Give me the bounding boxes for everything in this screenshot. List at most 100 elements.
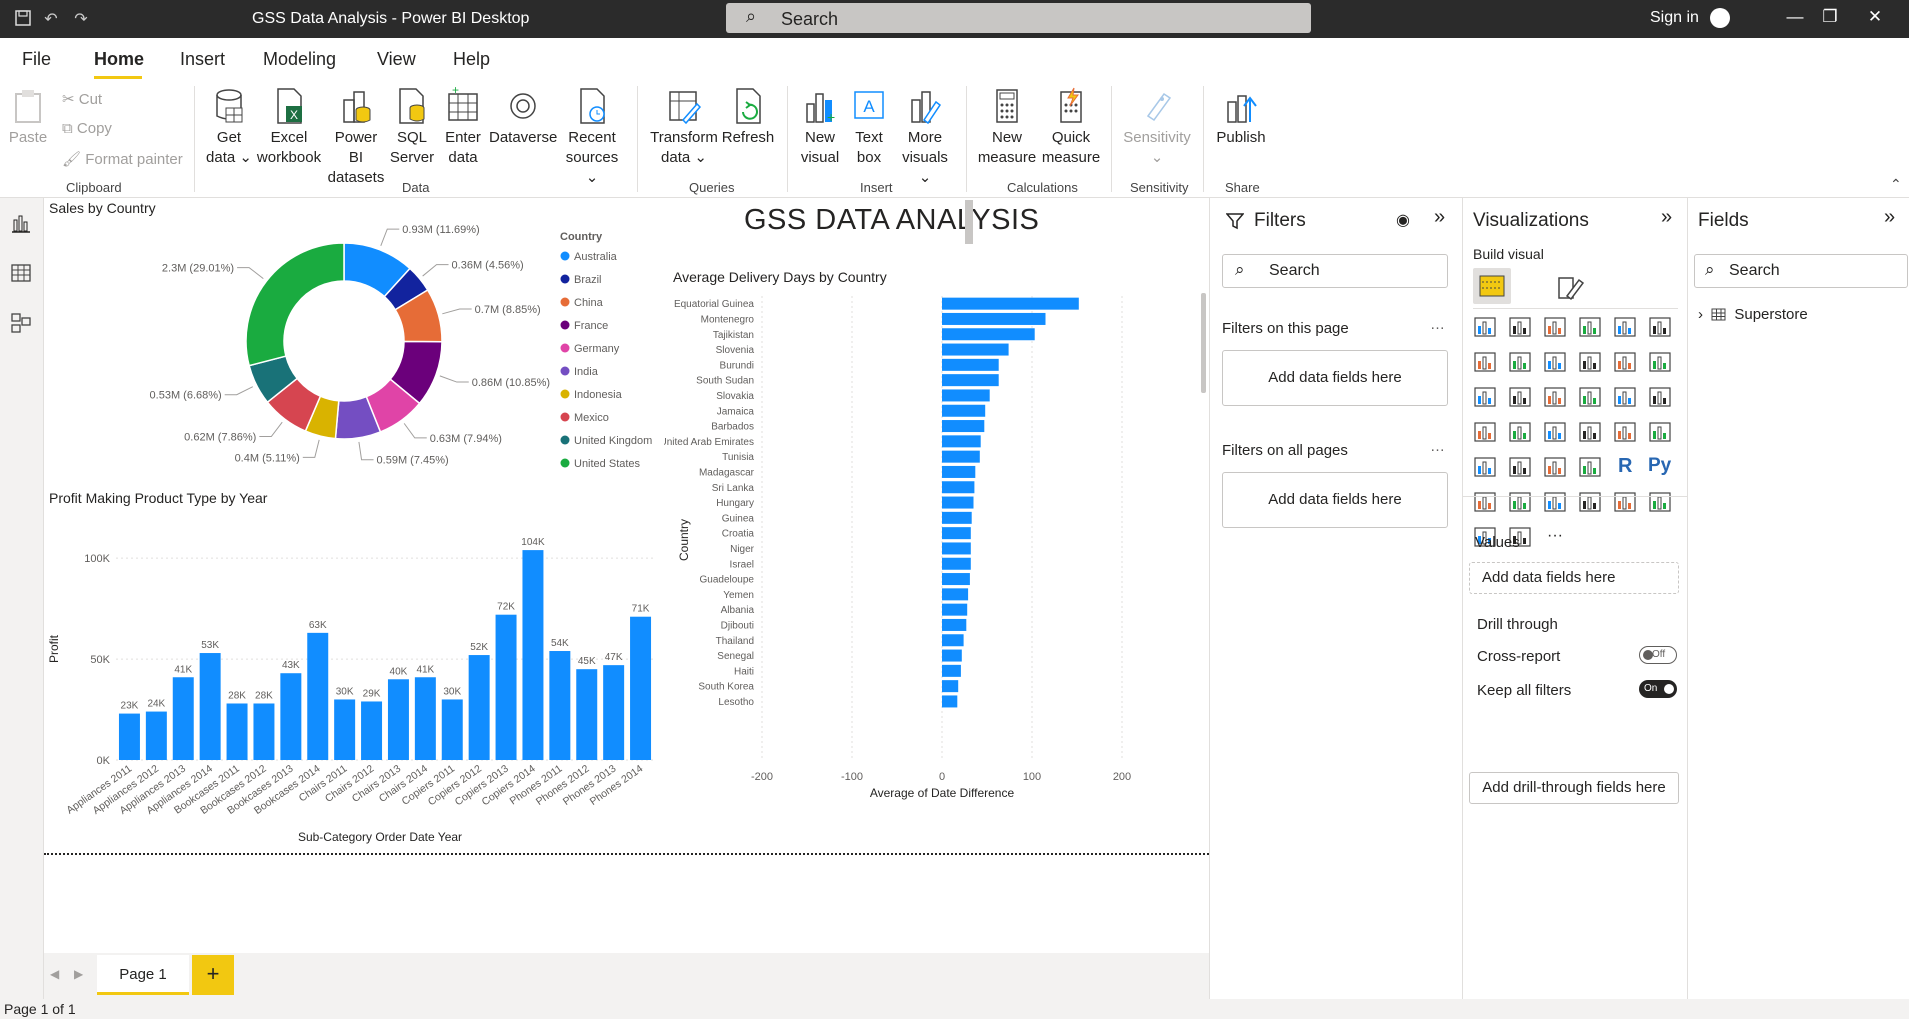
100-stacked-column-chart-icon[interactable] — [1648, 315, 1672, 339]
transform-data-button[interactable]: Transform data ⌄ — [650, 86, 718, 168]
more-visuals-button[interactable]: More visuals ⌄ — [894, 86, 956, 188]
title-scrollbar[interactable] — [965, 200, 973, 244]
cut-button[interactable]: ✂ Cut — [62, 90, 102, 108]
more-options-icon[interactable]: … — [1430, 438, 1445, 455]
avatar[interactable] — [1710, 8, 1730, 28]
sensitivity-button[interactable]: Sensitivity ⌄ — [1120, 86, 1194, 168]
shape-map-icon[interactable] — [1543, 420, 1567, 444]
qa-icon[interactable] — [1543, 490, 1567, 514]
power-bi-datasets-button[interactable]: Power BI datasets — [326, 86, 386, 188]
pie-chart-icon[interactable] — [1578, 385, 1602, 409]
drill-through-drop-well[interactable]: Add drill-through fields here — [1469, 772, 1679, 804]
build-visual-tab[interactable] — [1473, 268, 1511, 304]
keep-all-filters-toggle[interactable]: On — [1639, 680, 1677, 698]
report-canvas[interactable]: Sales by Country 0.93M (11.69%) 0.36M (4.… — [44, 198, 1209, 953]
donut-chart-icon[interactable] — [1613, 385, 1637, 409]
collapse-ribbon-icon[interactable]: ⌃ — [1890, 176, 1902, 193]
100-stacked-bar-chart-icon[interactable] — [1613, 315, 1637, 339]
kpi-icon[interactable] — [1473, 455, 1497, 479]
filters-this-page-drop[interactable]: Add data fields here — [1222, 350, 1448, 406]
close-icon[interactable]: ✕ — [1855, 7, 1895, 27]
chart-scrollbar[interactable] — [1201, 293, 1206, 393]
paste-button[interactable]: Paste — [8, 86, 48, 148]
recent-sources-button[interactable]: Recent sources ⌄ — [564, 86, 620, 188]
more-options-icon[interactable]: ··· — [1543, 525, 1567, 549]
clustered-column-chart-icon[interactable] — [1578, 315, 1602, 339]
dataverse-button[interactable]: Dataverse — [489, 86, 557, 148]
minimize-icon[interactable]: — — [1775, 7, 1815, 27]
report-view-icon[interactable] — [10, 212, 32, 234]
values-drop-well[interactable]: Add data fields here — [1469, 562, 1679, 594]
cross-report-toggle[interactable]: Off — [1639, 646, 1677, 664]
new-measure-button[interactable]: New measure — [976, 86, 1038, 168]
collapse-filters-icon[interactable]: » — [1434, 206, 1445, 229]
next-page-icon[interactable]: ▶ — [74, 967, 83, 981]
sql-server-button[interactable]: SQL Server — [389, 86, 435, 168]
ribbon-chart-icon[interactable] — [1648, 350, 1672, 374]
enter-data-button[interactable]: + Enter data — [440, 86, 486, 168]
refresh-button[interactable]: Refresh — [720, 86, 776, 148]
eye-icon[interactable]: ◉ — [1396, 210, 1410, 230]
smart-narrative-icon[interactable] — [1578, 490, 1602, 514]
prev-page-icon[interactable]: ◀ — [50, 967, 59, 981]
scatter-chart-icon[interactable] — [1543, 385, 1567, 409]
page-tab[interactable]: Page 1 — [97, 955, 189, 995]
gauge-icon[interactable] — [1578, 420, 1602, 444]
key-influencers-icon[interactable] — [1473, 490, 1497, 514]
format-painter-button[interactable]: 🖌 Format painter — [62, 150, 183, 168]
filters-search-input[interactable]: ⌕ Search — [1222, 254, 1448, 288]
delivery-days-bar-chart[interactable]: -200 -100 0 100 200 Equatorial Guinea Monteneg… — [664, 290, 1209, 855]
global-search-box[interactable]: ⌕ Search — [726, 3, 1311, 33]
filters-all-pages-drop[interactable]: Add data fields here — [1222, 472, 1448, 528]
decomposition-tree-icon[interactable] — [1508, 490, 1532, 514]
tab-help[interactable]: Help — [453, 49, 490, 70]
filled-map-icon[interactable] — [1508, 420, 1532, 444]
add-page-button[interactable]: + — [192, 955, 234, 995]
collapse-fields-icon[interactable]: » — [1884, 206, 1895, 229]
power-apps-icon[interactable] — [1648, 490, 1672, 514]
new-visual-button[interactable]: + New visual — [797, 86, 843, 168]
python-visual-icon[interactable]: Py — [1648, 455, 1672, 479]
more-options-icon[interactable]: … — [1430, 316, 1445, 333]
copy-button[interactable]: ⧉ Copy — [62, 120, 112, 137]
slicer-icon[interactable] — [1508, 455, 1532, 479]
save-icon[interactable] — [12, 9, 34, 29]
table-superstore[interactable]: › Superstore — [1698, 306, 1808, 323]
get-data-button[interactable]: Get data ⌄ — [206, 86, 252, 168]
clustered-bar-chart-icon[interactable] — [1543, 315, 1567, 339]
funnel-chart-icon[interactable] — [1508, 385, 1532, 409]
donut-chart[interactable]: 0.93M (11.69%) 0.36M (4.56%) 0.7M (8.85%) 0… — [44, 218, 684, 503]
waterfall-chart-icon[interactable] — [1473, 385, 1497, 409]
undo-icon[interactable]: ↶ — [40, 9, 62, 29]
r-visual-icon[interactable]: R — [1613, 455, 1637, 479]
line-and-clustered-column-icon[interactable] — [1613, 350, 1637, 374]
line-and-column-chart-icon[interactable] — [1578, 350, 1602, 374]
restore-icon[interactable]: ❐ — [1810, 7, 1850, 27]
stacked-bar-chart-icon[interactable] — [1473, 315, 1497, 339]
stacked-area-chart-icon[interactable] — [1543, 350, 1567, 374]
map-icon[interactable] — [1473, 420, 1497, 444]
format-visual-icon[interactable] — [1555, 274, 1585, 302]
data-view-icon[interactable] — [10, 262, 32, 284]
paginated-report-icon[interactable] — [1613, 490, 1637, 514]
excel-workbook-button[interactable]: X Excel workbook — [256, 86, 322, 168]
matrix-icon[interactable] — [1578, 455, 1602, 479]
tab-file[interactable]: File — [22, 49, 51, 70]
text-box-button[interactable]: A Text box — [846, 86, 892, 168]
sign-in-link[interactable]: Sign in — [1650, 9, 1699, 27]
quick-measure-button[interactable]: Quick measure — [1040, 86, 1102, 168]
tab-view[interactable]: View — [377, 49, 416, 70]
fields-search-input[interactable]: ⌕ Search — [1694, 254, 1908, 288]
publish-button[interactable]: Publish — [1212, 86, 1270, 148]
table-icon[interactable] — [1543, 455, 1567, 479]
tab-home[interactable]: Home — [94, 49, 144, 70]
line-chart-icon[interactable] — [1473, 350, 1497, 374]
stacked-column-chart-icon[interactable] — [1508, 315, 1532, 339]
treemap-icon[interactable] — [1648, 385, 1672, 409]
area-chart-icon[interactable] — [1508, 350, 1532, 374]
tab-insert[interactable]: Insert — [180, 49, 225, 70]
profit-bar-chart[interactable]: 0K50K100KProfit23KAppliances 201124KAppl… — [44, 508, 684, 853]
collapse-visualizations-icon[interactable]: » — [1661, 206, 1672, 229]
card-icon[interactable] — [1613, 420, 1637, 444]
model-view-icon[interactable] — [10, 312, 32, 334]
